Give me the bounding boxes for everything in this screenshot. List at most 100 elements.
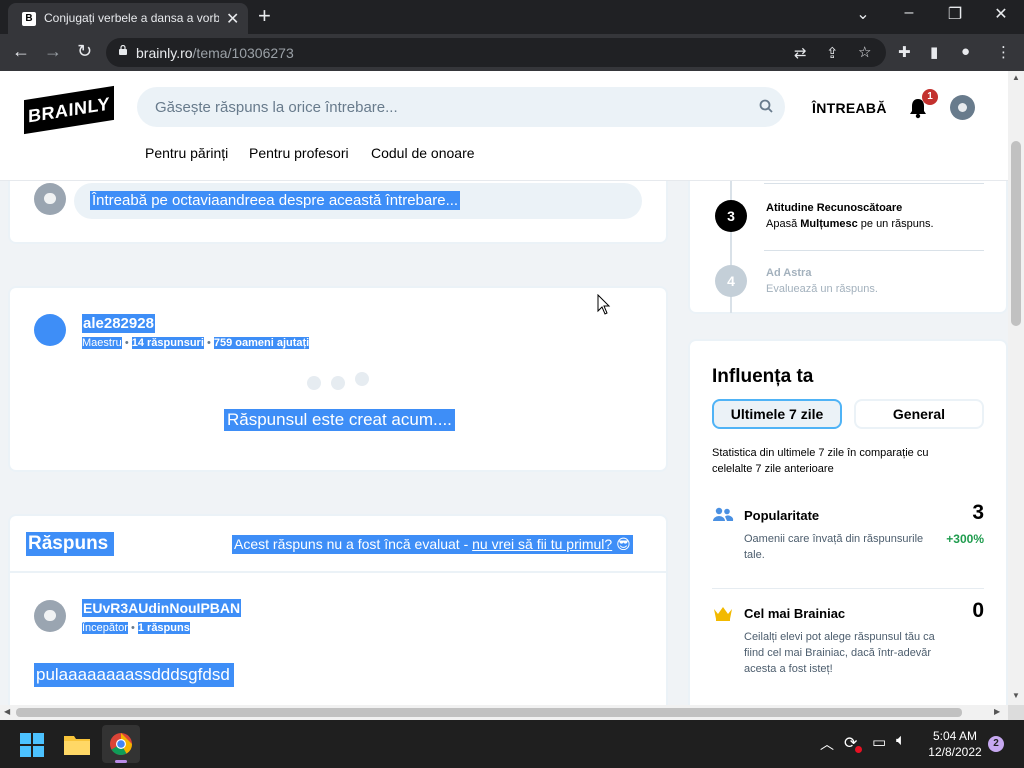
sunglasses-emoji-icon: 😎 [616,536,631,552]
tab-close-icon[interactable]: ✕ [226,9,239,29]
influence-title: Influența ta [712,366,814,387]
volume-icon[interactable]: 🔈︎ [896,732,906,750]
back-icon[interactable]: ← [12,41,30,62]
chrome-icon [110,733,132,755]
step-title: Atitudine Recunoscătoare [766,202,903,214]
vertical-scrollbar[interactable]: ▲ ▼ [1008,71,1024,705]
reload-icon[interactable]: ↻ [77,41,92,62]
brainiac-title: Cel mai Brainiac [744,606,846,621]
browser-tab[interactable]: B Conjugați verbele a dansa a vorbi ✕ [8,3,248,34]
rating-notice: Acest răspuns nu a fost încă evaluat - n… [232,535,633,554]
nav-teachers[interactable]: Pentru profesori [249,145,349,161]
answerer-answers: 14 răspunsuri [131,337,204,349]
scroll-right-icon[interactable]: ▶ [994,707,1000,716]
crown-icon [714,607,732,621]
step-desc: Apasă Mulțumesc pe un răspuns. [766,218,934,230]
search-placeholder: Găsește răspuns la orice întrebare... [155,99,398,116]
answer-card: Răspuns Acest răspuns nu a fost încă eva… [8,514,668,705]
notifications-button[interactable]: 1 [908,89,938,124]
address-bar[interactable]: brainly.ro/tema/10306273 ⇄ ⇪ ☆ [106,38,886,67]
answer-card-header: Răspuns Acest răspuns nu a fost încă eva… [10,516,666,573]
forward-icon[interactable]: → [44,41,62,62]
answerer-username[interactable]: ale282928 [82,314,155,333]
answering-card: ale282928 Maestru • 14 răspunsuri • 759 … [8,286,668,472]
tab-general[interactable]: General [854,399,984,429]
search-input[interactable]: Găsește răspuns la orice întrebare... [137,87,785,127]
rate-first-link[interactable]: nu vrei să fii tu primul? [472,536,612,552]
author-username[interactable]: EUvR3AUdinNouIPBAN [82,599,242,617]
network-icon[interactable]: ▭ [872,733,886,751]
page-viewport: BRAINLY Găsește răspuns la orice întreba… [0,71,1008,705]
user-avatar[interactable] [950,95,975,120]
popularity-title: Popularitate [744,508,820,523]
answerer-helped: 759 oameni ajutați [213,337,310,349]
clock-time: 5:04 AM [932,729,978,743]
scrollbar-thumb[interactable] [1011,141,1021,326]
notification-badge: 1 [922,89,938,105]
windows-start-icon[interactable] [20,733,44,757]
horizontal-scrollbar[interactable]: ◀ ▶ [0,705,1008,720]
browser-toolbar: ← → ↻ brainly.ro/tema/10306273 ⇄ ⇪ ☆ ✚ ▮… [0,34,1024,71]
author-meta: Începător • 1 răspuns [82,622,190,634]
translate-icon[interactable]: ⇄ [794,44,807,62]
clock-date: 12/8/2022 [928,745,982,759]
scroll-down-icon[interactable]: ▼ [1012,691,1020,700]
browser-tab-bar: B Conjugați verbele a dansa a vorbi ✕ + … [0,0,1024,34]
step-desc: Evaluează un răspuns. [766,283,878,295]
influence-card: Influența ta Ultimele 7 zile General Sta… [688,339,1008,705]
ask-author-prompt: Întreabă pe octaviaandreea despre aceast… [90,191,461,210]
tab-search-icon[interactable]: ⌄ [848,4,878,24]
search-icon[interactable] [759,99,773,113]
chrome-taskbar-button[interactable] [102,725,140,763]
restore-icon[interactable]: ❐ [940,4,970,24]
extensions-icon[interactable]: ✚ [898,43,911,61]
scroll-left-icon[interactable]: ◀ [4,707,10,716]
lock-icon [119,45,127,55]
brainiac-value: 0 [972,599,984,622]
answer-status: Răspunsul este creat acum.... [224,409,455,431]
share-icon[interactable]: ⇪ [826,44,839,62]
loading-dot [331,376,345,390]
popularity-delta: +300% [946,532,984,546]
site-header: BRAINLY Găsește răspuns la orice întreba… [0,71,1008,181]
window-close-icon[interactable]: ✕ [986,4,1016,24]
popularity-value: 3 [972,501,984,524]
answerer-meta: Maestru • 14 răspunsuri • 759 oameni aju… [82,337,310,349]
mouse-cursor-icon [597,294,611,315]
windows-taskbar: ︿ ⟳ ▭ 🔈︎ 5:04 AM 12/8/2022 2 [0,720,1024,768]
author-answers: 1 răspuns [137,622,190,634]
notification-count-badge[interactable]: 2 [988,736,1004,752]
loading-dot [355,372,369,386]
tab-title: Conjugați verbele a dansa a vorbi [44,11,219,25]
url-text: brainly.ro/tema/10306273 [136,45,294,61]
nav-parents[interactable]: Pentru părinți [145,145,228,161]
author-rank: Începător [82,622,128,634]
rating-notice-text: Acest răspuns nu a fost încă evaluat - [234,536,473,552]
answer-body: pulaaaaaaaassdddsgfdsd [34,663,234,687]
ask-question-button[interactable]: ÎNTREABĂ [812,100,887,116]
tray-overflow-icon[interactable]: ︿ [820,734,834,754]
answer-heading: Răspuns [26,532,115,556]
tab-last-7-days[interactable]: Ultimele 7 zile [712,399,842,429]
clock[interactable]: 5:04 AM 12/8/2022 [926,728,984,760]
file-explorer-icon[interactable] [64,733,90,755]
scrollbar-thumb[interactable] [16,708,962,717]
profile-icon[interactable]: ● [961,43,970,60]
avatar [34,600,66,632]
step-number: 3 [715,200,747,232]
avatar [34,314,66,346]
answerer-rank: Maestru [82,337,122,349]
divider [712,588,984,589]
side-panel-icon[interactable]: ▮ [930,43,938,61]
nav-honor-code[interactable]: Codul de onoare [371,145,475,161]
loading-dot [307,376,321,390]
step-number: 4 [715,265,747,297]
scroll-up-icon[interactable]: ▲ [1012,73,1020,82]
ask-author-input[interactable]: Întreabă pe octaviaandreea despre aceast… [74,183,642,219]
bookmark-star-icon[interactable]: ☆ [858,43,871,61]
chrome-menu-icon[interactable]: ⋮ [996,43,1011,61]
minimize-icon[interactable]: – [894,4,924,22]
brainly-logo[interactable]: BRAINLY [24,85,114,135]
popularity-desc: Oamenii care învață din răspunsurile tal… [744,533,924,561]
new-tab-icon[interactable]: + [258,3,271,29]
